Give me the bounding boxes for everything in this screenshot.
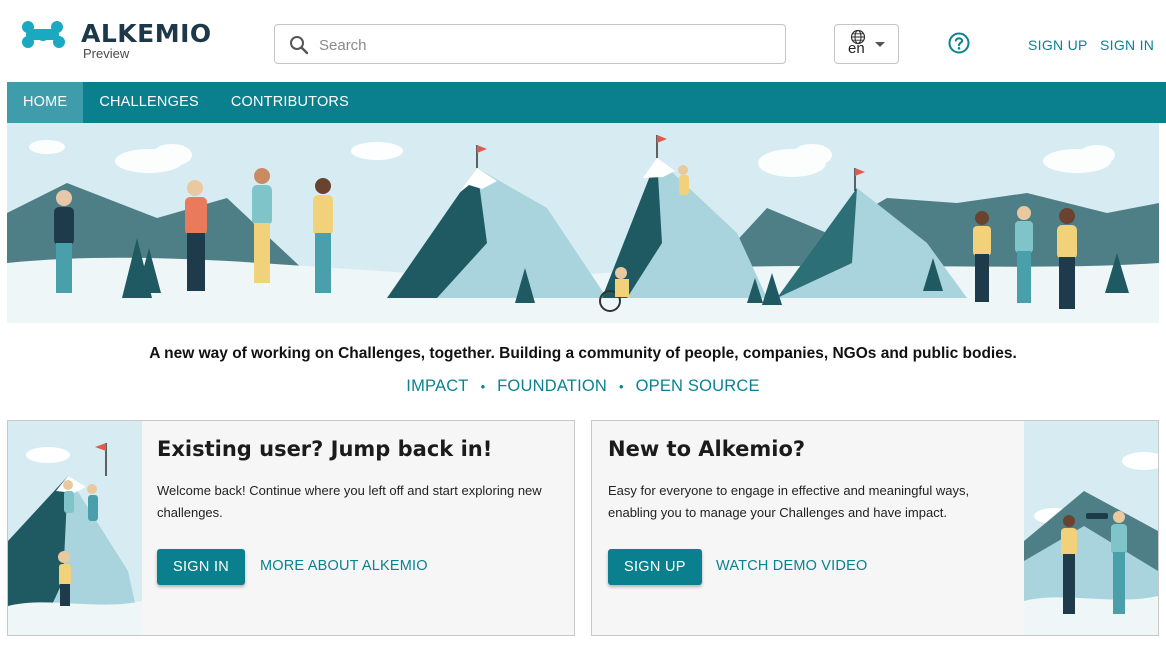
search-input[interactable] <box>319 33 769 57</box>
hero-illustration <box>7 123 1159 323</box>
sign-in-button[interactable]: SIGN IN <box>157 549 246 585</box>
language-value: en <box>848 40 865 57</box>
language-select[interactable]: en <box>834 24 899 64</box>
alkemio-logo-icon <box>21 20 69 50</box>
card-description: Welcome back! Continue where you left of… <box>157 483 542 520</box>
nav-item-challenges[interactable]: CHALLENGES <box>83 82 215 123</box>
separator-dot: • <box>480 379 486 394</box>
nav-item-contributors[interactable]: CONTRIBUTORS <box>215 82 365 123</box>
sign-up-button[interactable]: SIGN UP <box>608 549 702 585</box>
header-sign-up-link[interactable]: SIGN UP <box>1028 37 1088 53</box>
brand-logo[interactable]: ALKEMIO Preview <box>21 20 212 60</box>
card-illustration <box>8 421 142 635</box>
brand-subtitle: Preview <box>83 46 130 61</box>
separator-dot: • <box>619 379 624 394</box>
more-about-alkemio-button[interactable]: MORE ABOUT ALKEMIO <box>260 558 428 574</box>
chevron-down-icon <box>875 42 885 47</box>
open-source-link[interactable]: OPEN SOURCE <box>636 377 760 395</box>
info-links: IMPACT • FOUNDATION • OPEN SOURCE <box>0 377 1166 396</box>
header-sign-in-link[interactable]: SIGN IN <box>1100 37 1154 53</box>
existing-user-card: Existing user? Jump back in! Welcome bac… <box>7 420 575 636</box>
watch-demo-video-button[interactable]: WATCH DEMO VIDEO <box>716 558 867 574</box>
new-user-card: New to Alkemio? Easy for everyone to eng… <box>591 420 1159 636</box>
card-title: Existing user? Jump back in! <box>157 437 493 461</box>
main-nav: HOME CHALLENGES CONTRIBUTORS <box>7 82 1166 123</box>
brand-name: ALKEMIO <box>81 19 212 48</box>
impact-link[interactable]: IMPACT <box>406 377 468 395</box>
card-title: New to Alkemio? <box>608 437 806 461</box>
card-illustration <box>1024 421 1158 635</box>
search-box[interactable] <box>274 24 786 64</box>
card-description: Easy for everyone to engage in effective… <box>608 483 970 520</box>
top-header: ALKEMIO Preview en <box>0 0 1166 82</box>
foundation-link[interactable]: FOUNDATION <box>497 377 607 395</box>
help-icon[interactable] <box>948 32 970 59</box>
tagline: A new way of working on Challenges, toge… <box>149 345 1017 362</box>
nav-item-home[interactable]: HOME <box>7 82 84 123</box>
